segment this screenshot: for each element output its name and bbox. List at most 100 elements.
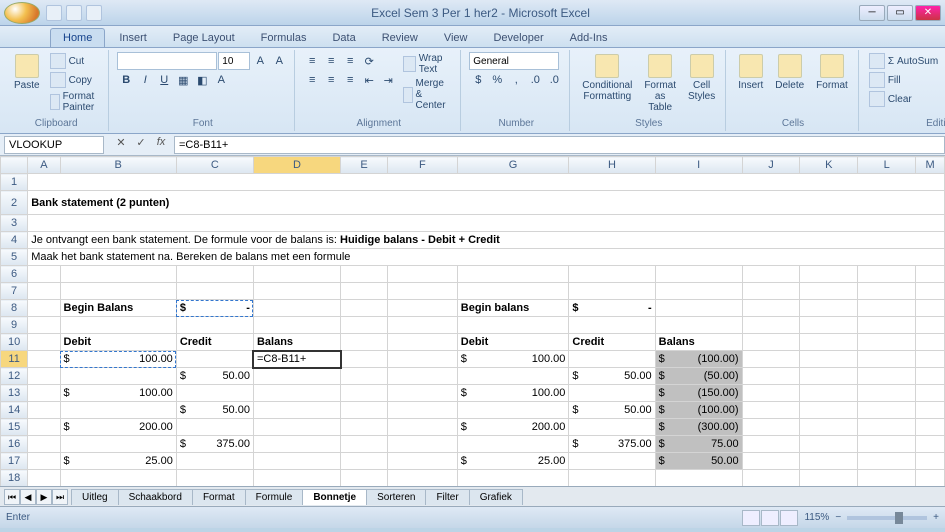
cell-B13[interactable]: $100.00 [60,385,176,402]
row-header[interactable]: 6 [1,266,28,283]
cell-G15[interactable]: $200.00 [457,419,569,436]
align-center-icon[interactable]: ≡ [322,71,340,89]
office-button[interactable] [4,2,40,24]
sheet-nav-last-icon[interactable]: ⏭ [52,489,68,505]
view-page-layout-icon[interactable] [761,510,779,526]
zoom-slider[interactable] [847,516,927,520]
decrease-decimal-icon[interactable]: .0 [545,71,563,89]
fx-icon[interactable]: fx [152,136,170,154]
cell-I14[interactable]: $(100.00) [655,402,742,419]
cell-H12[interactable]: $50.00 [569,368,655,385]
cell-D11-editing[interactable]: =C8-B11+ [253,351,340,368]
cell-I13[interactable]: $(150.00) [655,385,742,402]
tab-page-layout[interactable]: Page Layout [161,29,247,47]
italic-button[interactable]: I [136,71,154,89]
align-top-icon[interactable]: ≡ [303,52,321,70]
row-header[interactable]: 9 [1,317,28,334]
row-header[interactable]: 16 [1,436,28,453]
cell-I12[interactable]: $(50.00) [655,368,742,385]
qat-save-icon[interactable] [46,5,62,21]
tab-view[interactable]: View [432,29,480,47]
cell-C8[interactable]: $- [176,300,253,317]
comma-icon[interactable]: , [507,71,525,89]
cell-A4[interactable]: Je ontvangt een bank statement. De formu… [28,232,945,249]
sheet-tab-active[interactable]: Bonnetje [302,489,367,505]
cell-G11[interactable]: $100.00 [457,351,569,368]
tab-addins[interactable]: Add-Ins [558,29,620,47]
cell-H16[interactable]: $375.00 [569,436,655,453]
sheet-tab[interactable]: Uitleg [71,489,119,505]
paste-button[interactable]: Paste [10,52,44,93]
qat-redo-icon[interactable] [86,5,102,21]
align-left-icon[interactable]: ≡ [303,71,321,89]
sheet-nav-first-icon[interactable]: ⏮ [4,489,20,505]
cell-G17[interactable]: $25.00 [457,453,569,470]
shrink-font-icon[interactable]: A [270,52,288,70]
clear-button[interactable]: Clear [867,90,940,108]
cell-A2[interactable]: Bank statement (2 punten) [28,191,945,215]
sheet-nav-next-icon[interactable]: ▶ [36,489,52,505]
close-button[interactable]: ✕ [915,5,941,21]
wrap-text-button[interactable]: Wrap Text [401,52,454,76]
cell-B10[interactable]: Debit [60,334,176,351]
maximize-button[interactable]: ▭ [887,5,913,21]
cell-C10[interactable]: Credit [176,334,253,351]
sheet-tab[interactable]: Schaakbord [118,489,193,505]
underline-button[interactable]: U [155,71,173,89]
name-box[interactable] [4,136,104,154]
col-header-K[interactable]: K [800,157,858,174]
view-normal-icon[interactable] [742,510,760,526]
col-header-G[interactable]: G [457,157,569,174]
row-header[interactable]: 15 [1,419,28,436]
cell-I11[interactable]: $(100.00) [655,351,742,368]
format-painter-button[interactable]: Format Painter [48,90,103,114]
col-header-D[interactable]: D [253,157,340,174]
view-page-break-icon[interactable] [780,510,798,526]
cell-B8[interactable]: Begin Balans [60,300,176,317]
percent-icon[interactable]: % [488,71,506,89]
minimize-button[interactable]: ─ [859,5,885,21]
formula-input[interactable] [174,136,945,154]
row-header[interactable]: 8 [1,300,28,317]
tab-insert[interactable]: Insert [107,29,159,47]
sheet-tab[interactable]: Formule [245,489,304,505]
row-header[interactable]: 14 [1,402,28,419]
cell-I16[interactable]: $75.00 [655,436,742,453]
row-header[interactable]: 10 [1,334,28,351]
qat-undo-icon[interactable] [66,5,82,21]
autosum-button[interactable]: Σ AutoSum [867,52,940,70]
merge-center-button[interactable]: Merge & Center [401,77,454,112]
cell-C16[interactable]: $375.00 [176,436,253,453]
row-header[interactable]: 2 [1,191,28,215]
tab-home[interactable]: Home [50,28,105,47]
format-as-table-button[interactable]: Format as Table [640,52,680,115]
font-name-input[interactable] [117,52,217,70]
cell-D10[interactable]: Balans [253,334,340,351]
zoom-in-button[interactable]: + [933,512,939,523]
col-header-J[interactable]: J [742,157,800,174]
cell[interactable] [28,174,945,191]
orientation-icon[interactable]: ⟳ [360,52,378,70]
cell-A5[interactable]: Maak het bank statement na. Bereken de b… [28,249,945,266]
row-header[interactable]: 5 [1,249,28,266]
border-button[interactable]: ▦ [174,71,192,89]
row-header[interactable]: 7 [1,283,28,300]
cell-B15[interactable]: $200.00 [60,419,176,436]
cell-G8[interactable]: Begin balans [457,300,569,317]
cell-H10[interactable]: Credit [569,334,655,351]
cancel-formula-icon[interactable]: ✕ [112,136,130,154]
grow-font-icon[interactable]: A [251,52,269,70]
row-header[interactable]: 1 [1,174,28,191]
conditional-formatting-button[interactable]: Conditional Formatting [578,52,636,104]
cell-I15[interactable]: $(300.00) [655,419,742,436]
worksheet-grid[interactable]: A B C D E F G H I J K L M 1 2Bank statem… [0,156,945,486]
indent-inc-icon[interactable]: ⇥ [379,71,397,89]
currency-icon[interactable]: $ [469,71,487,89]
cell-C14[interactable]: $50.00 [176,402,253,419]
font-color-button[interactable]: A [212,71,230,89]
insert-cells-button[interactable]: Insert [734,52,767,93]
fill-button[interactable]: Fill [867,71,940,89]
col-header-M[interactable]: M [916,157,945,174]
align-right-icon[interactable]: ≡ [341,71,359,89]
enter-formula-icon[interactable]: ✓ [132,136,150,154]
